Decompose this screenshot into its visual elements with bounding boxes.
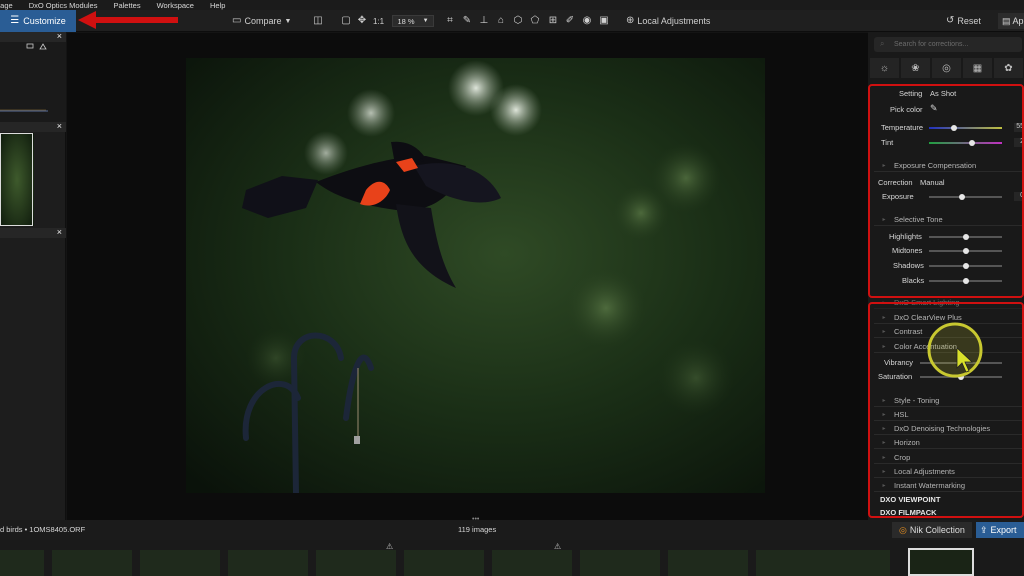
preset-icon: ▤: [1002, 15, 1011, 26]
nik-icon: ◎: [899, 524, 907, 535]
file-path: d birds • 1OMS8405.ORF: [0, 525, 86, 534]
filmstrip-thumbnail[interactable]: [756, 550, 836, 576]
cursor-highlight: [927, 322, 983, 378]
local-adjustments-label: Local Adjustments: [637, 16, 711, 26]
crop-icon[interactable]: ⌗: [444, 15, 456, 27]
corrections-search-input[interactable]: Search for corrections...: [874, 37, 1022, 52]
left-panel: × × ×: [0, 31, 66, 520]
local-adjustments-icon: ⊕: [626, 15, 635, 26]
preview-icon[interactable]: ▣: [598, 15, 610, 27]
sun-icon: ☼: [879, 62, 890, 74]
perspective-icon[interactable]: ⌂: [495, 15, 507, 27]
filmstrip-thumbnail[interactable]: [830, 550, 890, 576]
status-bar: d birds • 1OMS8405.ORF 119 images ••• ◎ …: [0, 516, 1024, 540]
color-icon: ❀: [911, 62, 920, 74]
export-button[interactable]: ⇪ Export: [976, 522, 1024, 538]
compare-icon: ▭: [232, 15, 242, 26]
grid-icon[interactable]: ⊞: [547, 15, 559, 27]
one-to-one-button[interactable]: 1:1: [373, 10, 384, 32]
warning-icon: ⚠: [554, 542, 562, 551]
nik-collection-button[interactable]: ◎ Nik Collection: [892, 522, 972, 538]
close-icon[interactable]: ×: [57, 31, 62, 41]
effects-icon: ✿: [1004, 62, 1013, 74]
eye-icon[interactable]: ◉: [581, 15, 593, 27]
customize-button[interactable]: ☰ Customize: [0, 10, 76, 32]
menu-help[interactable]: Help: [210, 1, 225, 10]
filmstrip-thumbnail[interactable]: [404, 550, 484, 576]
tab-geometry[interactable]: ▦: [963, 58, 992, 78]
filmstrip: ⚠ ⚠: [0, 540, 1024, 576]
volume-deformation-icon[interactable]: ⬡: [512, 15, 524, 27]
filmstrip-thumbnail[interactable]: [492, 550, 572, 576]
filmstrip-thumbnail[interactable]: [52, 550, 132, 576]
apply-preset-button[interactable]: ▤ Ap: [998, 13, 1024, 29]
close-icon[interactable]: ×: [57, 121, 62, 131]
tab-color[interactable]: ❀: [901, 58, 930, 78]
filmstrip-thumbnail[interactable]: [0, 550, 44, 576]
main-photo: [186, 58, 765, 493]
tab-effects[interactable]: ✿: [994, 58, 1023, 78]
perspective-rect-icon[interactable]: ⬠: [529, 15, 541, 27]
fit-screen-icon[interactable]: ▢: [340, 15, 352, 27]
filmstrip-thumbnail[interactable]: [580, 550, 660, 576]
zoom-value: 18 %: [397, 16, 415, 26]
eyedropper-icon[interactable]: ✎: [461, 15, 473, 27]
detail-icon: ◎: [942, 62, 951, 74]
geometry-icon: ▦: [972, 62, 983, 74]
annotation-arrow: [78, 11, 178, 29]
warning-icon: ⚠: [386, 542, 394, 551]
presets-panel-header: ×: [0, 227, 66, 238]
histogram-panel-header: ×: [0, 31, 66, 42]
navigator-thumbnail[interactable]: [0, 133, 34, 226]
filmstrip-thumbnail[interactable]: [228, 550, 308, 576]
compare-button[interactable]: ▭ Compare ▼: [232, 10, 291, 32]
filmstrip-thumbnail[interactable]: [140, 550, 220, 576]
move-icon[interactable]: ✥: [356, 15, 368, 27]
export-icon: ⇪: [980, 524, 988, 535]
reset-button[interactable]: ↺ Reset: [946, 10, 981, 32]
chevron-down-icon: ▼: [422, 18, 429, 24]
filmstrip-thumbnail[interactable]: [668, 550, 748, 576]
histogram: [0, 42, 66, 122]
chevron-down-icon: ▼: [284, 17, 292, 25]
horizon-icon[interactable]: ⊥: [478, 15, 490, 27]
reset-label: Reset: [957, 16, 981, 26]
palette-tabs: ☼ ❀ ◎ ▦ ✿: [870, 58, 1024, 78]
close-icon[interactable]: ×: [57, 227, 62, 237]
export-label: Export: [990, 525, 1017, 535]
split-view-icon[interactable]: ◫: [312, 15, 324, 27]
tab-detail[interactable]: ◎: [932, 58, 961, 78]
customize-label: Customize: [23, 16, 66, 26]
filmstrip-thumbnail-selected[interactable]: [908, 548, 974, 576]
image-count: 119 images: [458, 525, 497, 534]
sliders-icon: ☰: [10, 15, 20, 26]
tab-light[interactable]: ☼: [870, 58, 899, 78]
menu-image[interactable]: nage: [0, 1, 13, 10]
apply-label: Ap: [1012, 16, 1024, 26]
nik-label: Nik Collection: [909, 525, 965, 535]
highlight-box-upper: [868, 84, 1024, 298]
filmstrip-handle-icon[interactable]: •••: [472, 516, 479, 523]
compare-label: Compare: [244, 16, 282, 26]
reset-icon: ↺: [946, 15, 955, 26]
filmstrip-thumbnail[interactable]: [316, 550, 396, 576]
zoom-select[interactable]: 18 % ▼: [392, 15, 434, 27]
search-icon: ⌕: [880, 39, 885, 48]
repair-icon[interactable]: ✐: [564, 15, 576, 27]
local-adjustments-button[interactable]: ⊕ Local Adjustments: [626, 10, 710, 32]
navigator-panel-header: ×: [0, 121, 66, 132]
